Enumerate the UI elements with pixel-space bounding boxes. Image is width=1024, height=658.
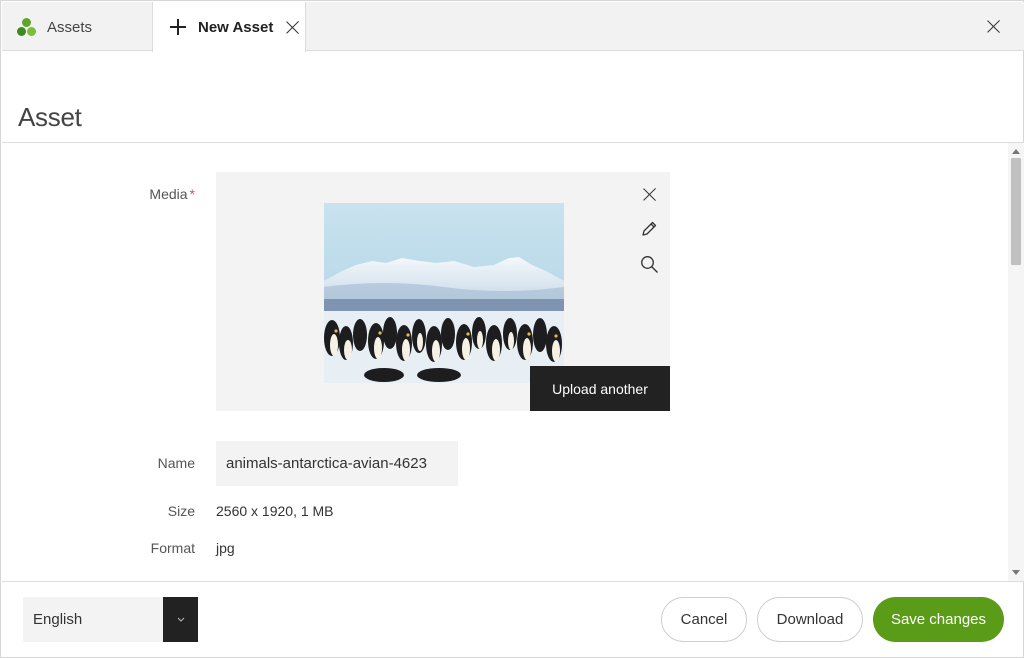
vertical-scrollbar[interactable] [1008,143,1024,581]
asset-window: Assets New Asset Asset Media * Upload an… [0,0,1024,658]
close-tab-icon[interactable] [286,21,299,34]
name-label: Name [157,455,195,471]
upload-another-button[interactable]: Upload another [530,366,670,411]
magnifier-icon [640,255,658,273]
save-changes-button[interactable]: Save changes [873,597,1004,642]
pencil-icon [642,221,657,236]
cancel-button[interactable]: Cancel [661,597,747,642]
scroll-up-icon[interactable] [1012,149,1020,154]
format-label: Format [150,540,195,556]
page-title: Asset [18,102,82,132]
plus-icon [170,19,186,35]
required-mark: * [189,186,195,202]
name-input[interactable] [216,441,458,486]
chevron-down-icon[interactable] [163,597,198,642]
size-label: Size [167,503,195,519]
format-value: jpg [216,540,235,556]
download-button[interactable]: Download [757,597,863,642]
scroll-down-icon[interactable] [1012,570,1020,575]
media-thumbnail[interactable] [324,203,564,383]
tab-assets[interactable]: Assets [2,2,153,52]
assets-logo-icon [17,18,37,36]
header-divider [2,142,1024,143]
penguins-image [324,203,564,383]
media-label: Media * [149,186,195,202]
language-select[interactable]: English [23,597,198,642]
size-value: 2560 x 1920, 1 MB [216,503,334,519]
remove-media-button[interactable] [639,184,659,204]
language-value: English [33,611,83,628]
tab-bar: Assets New Asset [2,2,1024,52]
tab-assets-label: Assets [47,18,93,36]
scroll-thumb[interactable] [1011,158,1021,265]
tab-new-asset[interactable]: New Asset [153,2,306,52]
close-window-icon[interactable] [987,20,1000,33]
tab-new-asset-label: New Asset [198,18,274,36]
close-icon [643,188,656,201]
media-field: Upload another [216,172,670,411]
zoom-media-button[interactable] [639,254,659,274]
edit-media-button[interactable] [639,219,659,239]
footer-divider [2,581,1024,582]
